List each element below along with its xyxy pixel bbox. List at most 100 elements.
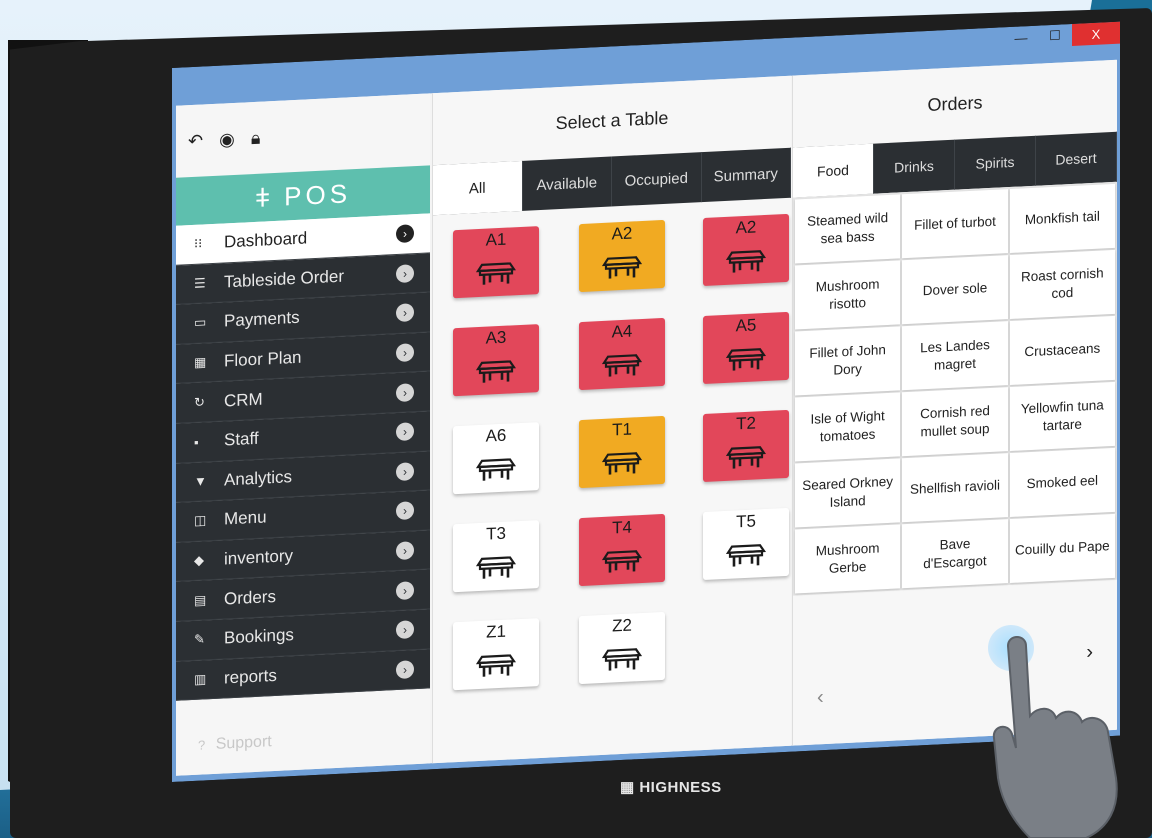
table-card[interactable]: A1	[453, 226, 539, 298]
food-item-button[interactable]: Crustaceans	[1010, 316, 1115, 385]
tab-spirits[interactable]: Spirits	[955, 136, 1036, 190]
table-label: T1	[612, 419, 632, 440]
tables-panel: Select a Table All Available Occupied Su…	[432, 76, 791, 764]
brand-text: HIGHNESS	[639, 779, 722, 796]
table-icon	[602, 243, 642, 286]
tab-available[interactable]: Available	[523, 156, 613, 210]
support-link[interactable]: ? Support	[198, 733, 272, 755]
maximize-button[interactable]: ☐	[1038, 24, 1072, 48]
tab-summary[interactable]: Summary	[702, 148, 792, 202]
food-item-button[interactable]: Steamed wild sea bass	[795, 194, 900, 263]
tab-all[interactable]: All	[433, 161, 523, 215]
food-grid: Steamed wild sea bass Fillet of turbot Mon…	[793, 182, 1117, 596]
table-card[interactable]: Z1	[453, 618, 539, 690]
brand-mark-icon: ▦	[620, 779, 640, 796]
logo-text: POS	[284, 177, 352, 212]
sidebar-item-label: Dashboard	[224, 228, 308, 252]
chevron-right-icon[interactable]: ›	[396, 541, 414, 560]
food-item-button[interactable]: Couilly du Pape	[1010, 514, 1115, 583]
table-icon	[476, 445, 516, 488]
sidebar-item-label: Analytics	[224, 466, 293, 490]
user-icon[interactable]: ◉	[219, 128, 235, 150]
table-label: Z2	[612, 615, 632, 636]
filter-icon: ▼	[194, 473, 207, 490]
prev-page-button[interactable]: ‹	[817, 686, 824, 709]
chevron-right-icon[interactable]: ›	[396, 660, 414, 679]
lock-icon[interactable]: 🔒︎	[251, 127, 261, 148]
sidebar-nav: ⁝⁝ Dashboard › ☰ Tableside Order › ▭ Payments › ▦…	[176, 213, 430, 701]
table-card[interactable]: A2	[579, 220, 665, 292]
table-label: A1	[485, 229, 507, 250]
chevron-right-icon[interactable]: ›	[396, 581, 414, 600]
table-label: A2	[611, 223, 633, 244]
food-item-button[interactable]: Roast cornish cod	[1010, 250, 1115, 319]
table-icon	[726, 237, 766, 280]
chevron-right-icon[interactable]: ›	[396, 462, 414, 481]
book-icon: ◫	[194, 512, 207, 529]
food-item-button[interactable]: Smoked eel	[1010, 448, 1115, 517]
chevron-right-icon[interactable]: ›	[396, 224, 414, 243]
table-label: A3	[485, 327, 507, 348]
table-card[interactable]: T3	[453, 520, 539, 592]
chevron-right-icon[interactable]: ›	[396, 502, 414, 521]
chevron-right-icon[interactable]: ›	[396, 620, 414, 639]
food-item-button[interactable]: Mushroom Gerbe	[795, 524, 900, 593]
table-card[interactable]: A5	[703, 312, 789, 384]
close-button[interactable]: X	[1072, 22, 1120, 46]
id-badge-icon: ▪	[194, 434, 199, 450]
chevron-right-icon[interactable]: ›	[396, 304, 414, 323]
table-card[interactable]: T5	[703, 508, 789, 580]
table-card[interactable]: T4	[579, 514, 665, 586]
sidebar-item-label: Payments	[224, 308, 300, 331]
table-card[interactable]: T2	[703, 410, 789, 482]
sidebar-item-label: reports	[224, 665, 277, 688]
card-icon: ▭	[194, 314, 207, 331]
chevron-right-icon[interactable]: ›	[396, 383, 414, 402]
food-item-button[interactable]: Shellfish ravioli	[902, 453, 1007, 522]
sidebar-item-label: CRM	[224, 389, 263, 411]
table-card[interactable]: A6	[453, 422, 539, 494]
food-item-button[interactable]: Seared Orkney Island	[795, 458, 900, 527]
food-item-button[interactable]: Fillet of John Dory	[795, 326, 900, 395]
tab-desert[interactable]: Desert	[1036, 132, 1117, 186]
table-icon	[726, 335, 766, 378]
food-item-button[interactable]: Dover sole	[902, 255, 1007, 324]
table-label: T2	[736, 413, 756, 434]
food-item-button[interactable]: Fillet of turbot	[902, 189, 1007, 258]
food-item-button[interactable]: Bave d'Escargot	[902, 519, 1007, 588]
table-card[interactable]: T1	[579, 416, 665, 488]
table-label: A5	[735, 315, 757, 336]
chevron-right-icon[interactable]: ›	[396, 264, 414, 283]
table-icon	[476, 249, 516, 292]
table-label: A4	[611, 321, 633, 342]
table-label: T3	[486, 523, 506, 544]
brand-logo: ▦ HIGHNESS	[620, 778, 722, 796]
food-item-button[interactable]: Isle of Wight tomatoes	[795, 392, 900, 461]
fork-icon: ǂ	[254, 181, 275, 213]
food-item-button[interactable]: Yellowfin tuna tartare	[1010, 382, 1115, 451]
tab-drinks[interactable]: Drinks	[874, 140, 955, 194]
food-item-button[interactable]: Cornish red mullet soup	[902, 387, 1007, 456]
table-card[interactable]: A2	[703, 214, 789, 286]
table-card[interactable]: A3	[453, 324, 539, 396]
document-icon: ▥	[194, 671, 207, 687]
sidebar: ↶ ◉ 🔒︎ ǂ POS ⁝⁝ Dashboard › ☰ Tableside Orde…	[176, 93, 430, 775]
sidebar-item-label: Floor Plan	[224, 347, 302, 371]
table-card[interactable]: A4	[579, 318, 665, 390]
table-icon	[726, 433, 766, 476]
grid-icon: ⁝⁝	[194, 235, 203, 252]
tab-occupied[interactable]: Occupied	[612, 152, 702, 206]
chevron-right-icon[interactable]: ›	[396, 422, 414, 441]
back-icon[interactable]: ↶	[188, 130, 203, 152]
top-toolbar: ↶ ◉ 🔒︎	[176, 93, 430, 177]
food-item-button[interactable]: Les Landes magret	[902, 321, 1007, 390]
chevron-right-icon[interactable]: ›	[396, 343, 414, 362]
tab-food[interactable]: Food	[793, 144, 874, 198]
floorplan-icon: ▦	[194, 354, 207, 371]
food-item-button[interactable]: Mushroom risotto	[795, 260, 900, 329]
table-icon	[602, 635, 642, 678]
support-label: Support	[215, 733, 272, 753]
table-card[interactable]: Z2	[579, 612, 665, 684]
minimize-button[interactable]: —	[1004, 26, 1038, 50]
food-item-button[interactable]: Monkfish tail	[1010, 184, 1115, 253]
